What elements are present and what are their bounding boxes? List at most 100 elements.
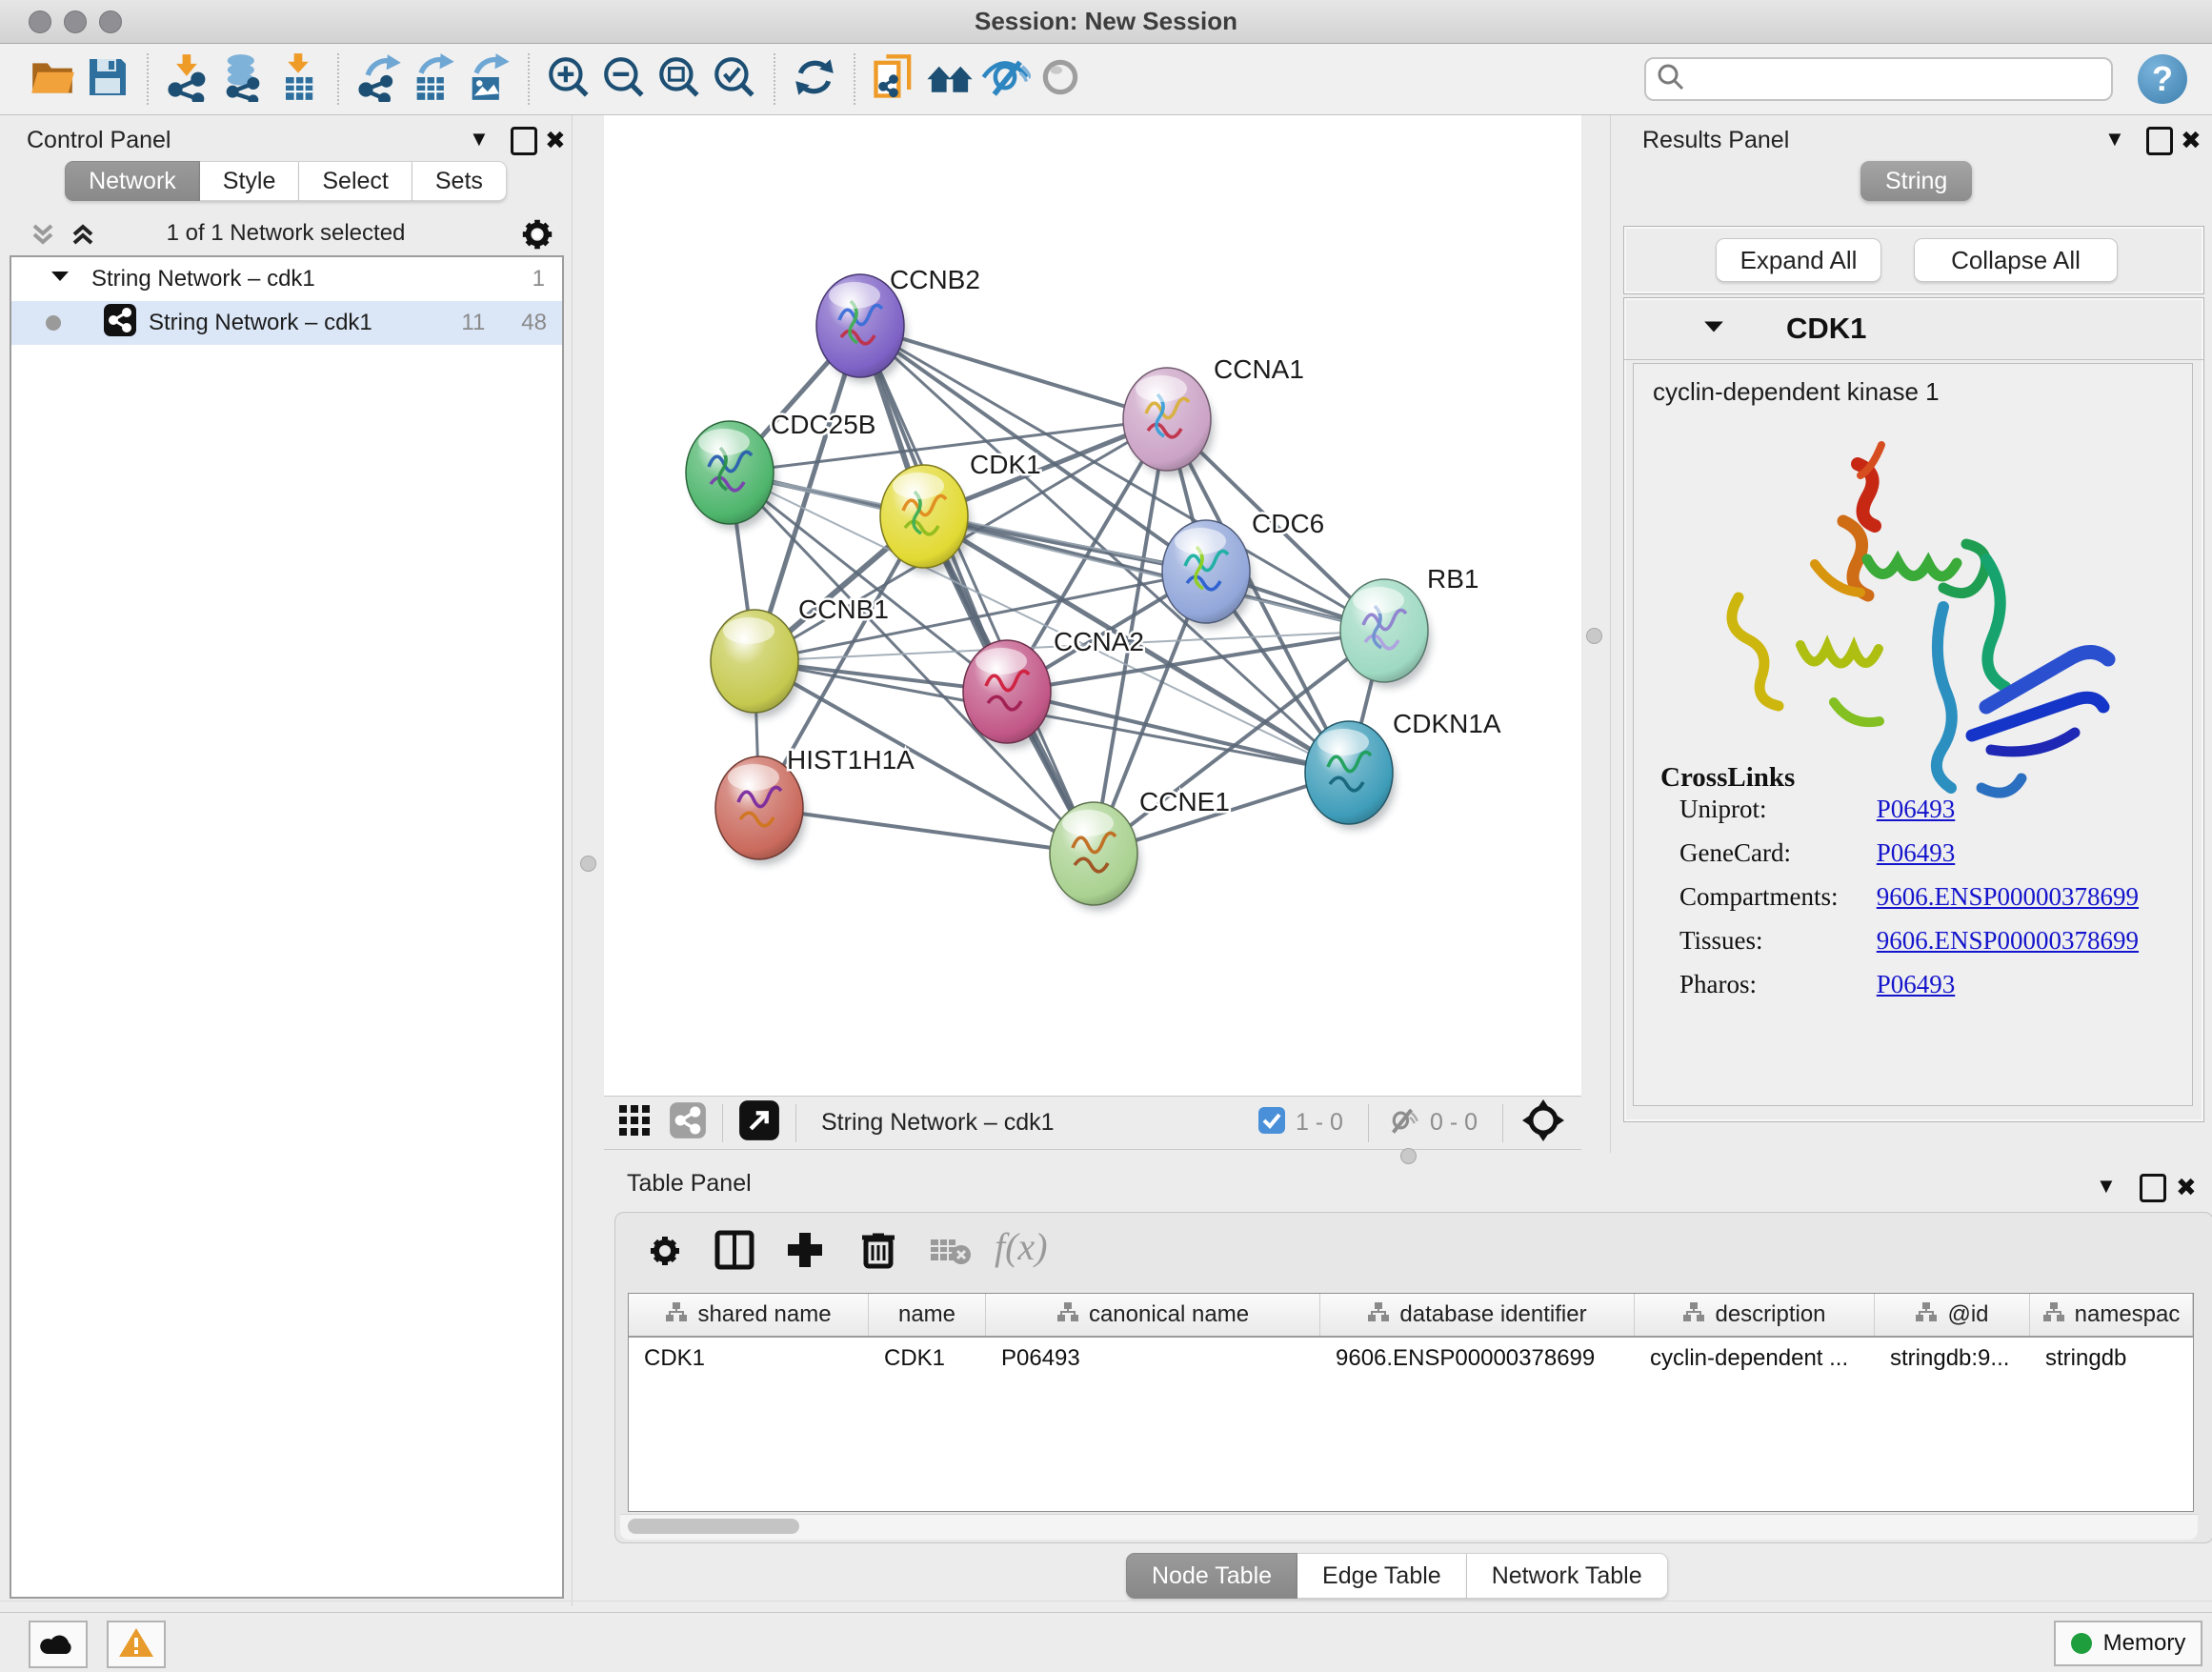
collapse-all-button[interactable]: Collapse All (1914, 238, 2118, 282)
tab-network-table[interactable]: Network Table (1467, 1553, 1668, 1599)
network-node-CCNA1[interactable]: CCNA1 (1123, 354, 1304, 476)
hidden-eye-slash-icon[interactable] (1384, 1102, 1420, 1143)
share-view-icon[interactable] (669, 1101, 707, 1144)
cloud-status-button[interactable] (29, 1621, 88, 1668)
table-panel-close-icon[interactable]: ✖ (2176, 1173, 2197, 1202)
table-settings-gear-icon[interactable] (646, 1232, 684, 1275)
tab-style[interactable]: Style (200, 161, 300, 201)
results-panel-maximize-icon[interactable] (2146, 127, 2173, 155)
control-panel-float-icon[interactable]: ▼ (469, 127, 490, 151)
control-panel-maximize-icon[interactable] (511, 127, 537, 155)
table-panel-maximize-icon[interactable] (2140, 1174, 2166, 1202)
vertical-splitter-grip[interactable] (580, 856, 596, 872)
gene-expander-icon[interactable] (1702, 315, 1725, 343)
crosslink-link[interactable]: P06493 (1877, 838, 1956, 867)
crosslink-label: Uniprot: (1679, 795, 1870, 824)
tab-edge-table[interactable]: Edge Table (1297, 1553, 1467, 1599)
column-header-description[interactable]: description (1635, 1294, 1875, 1336)
table-cell: stringdb:9... (1875, 1338, 2030, 1380)
zoom-selected-button[interactable] (707, 51, 762, 107)
crosslink-link[interactable]: P06493 (1877, 970, 1956, 998)
table-horizontal-scrollbar[interactable] (620, 1514, 2198, 1540)
network-canvas[interactable]: CCNB2 CCNA1 CDC25B CDK1 CDC6 (604, 115, 1581, 1096)
column-header-shared-name[interactable]: shared name (629, 1294, 869, 1336)
zoom-selected-icon (711, 53, 758, 106)
open-session-button[interactable] (25, 51, 80, 107)
import-table-button[interactable] (271, 51, 326, 107)
eye-slash-icon (979, 51, 1031, 108)
collection-expander-icon[interactable] (50, 266, 70, 293)
expand-all-button[interactable]: Expand All (1716, 238, 1881, 282)
detach-view-icon[interactable] (738, 1099, 780, 1146)
column-header-database-identifier[interactable]: database identifier (1320, 1294, 1635, 1336)
split-table-icon[interactable] (714, 1230, 754, 1275)
birdseye-crosshair-icon[interactable] (1518, 1096, 1568, 1150)
table-panel-float-icon[interactable]: ▼ (2096, 1174, 2117, 1199)
results-panel-float-icon[interactable]: ▼ (2104, 127, 2125, 151)
network-node-CDK1[interactable]: CDK1 (880, 450, 1041, 574)
add-column-icon[interactable] (785, 1230, 825, 1275)
search-input[interactable] (1686, 65, 2090, 93)
column-header-@id[interactable]: @id (1875, 1294, 2030, 1336)
network-node-CDKN1A[interactable]: CDKN1A (1305, 709, 1501, 830)
delete-table-icon[interactable] (930, 1236, 972, 1271)
search-box[interactable] (1644, 57, 2113, 101)
memory-button[interactable]: Memory (2054, 1621, 2202, 1666)
network-node-RB1[interactable]: RB1 (1340, 564, 1478, 688)
show-all-button[interactable] (1033, 51, 1088, 107)
new-network-from-selection-button[interactable] (867, 51, 922, 107)
network-node-label: CDK1 (970, 450, 1041, 479)
network-row[interactable]: String Network – cdk1 11 48 (11, 301, 562, 345)
column-type-icon (1915, 1300, 1938, 1330)
network-options-gear-icon[interactable] (519, 216, 555, 257)
refresh-view-button[interactable] (787, 51, 842, 107)
save-session-button[interactable] (80, 51, 135, 107)
zoom-in-button[interactable] (541, 51, 596, 107)
tab-network[interactable]: Network (65, 161, 200, 201)
zoom-out-button[interactable] (596, 51, 652, 107)
tab-select[interactable]: Select (299, 161, 412, 201)
export-network-button[interactable] (351, 51, 406, 107)
export-network-icon (353, 52, 403, 107)
zoom-fit-button[interactable] (652, 51, 707, 107)
gene-section-header[interactable]: CDK1 (1624, 298, 2203, 360)
help-button[interactable]: ? (2138, 54, 2187, 104)
warnings-button[interactable] (107, 1621, 166, 1668)
window-zoom-button[interactable] (99, 10, 122, 33)
column-header-canonical-name[interactable]: canonical name (986, 1294, 1320, 1336)
window-close-button[interactable] (29, 10, 51, 33)
vertical-splitter-grip[interactable] (1586, 628, 1602, 644)
network-edge-HIST1H1A-CCNE1[interactable] (759, 808, 1094, 854)
column-header-namespac[interactable]: namespac (2030, 1294, 2193, 1336)
tab-sets[interactable]: Sets (412, 161, 507, 201)
network-node-CCNB2[interactable]: CCNB2 (816, 265, 980, 383)
selected-checkbox-icon[interactable] (1257, 1106, 1286, 1139)
delete-column-trash-icon[interactable] (857, 1228, 899, 1275)
network-node-CCNE1[interactable]: CCNE1 (1050, 787, 1230, 911)
crosslink-link[interactable]: 9606.ENSP00000378699 (1877, 882, 2139, 911)
control-panel-close-icon[interactable]: ✖ (545, 126, 566, 155)
first-neighbors-button[interactable] (922, 51, 977, 107)
network-node-HIST1H1A[interactable]: HIST1H1A (715, 745, 915, 865)
window-minimize-button[interactable] (64, 10, 87, 33)
tab-node-table[interactable]: Node Table (1126, 1553, 1297, 1599)
import-network-from-database-button[interactable] (215, 51, 271, 107)
crosslink-label: Pharos: (1679, 970, 1870, 999)
node-table[interactable]: shared namenamecanonical namedatabase id… (628, 1293, 2194, 1512)
grid-view-icon[interactable] (617, 1103, 652, 1142)
export-table-button[interactable] (406, 51, 461, 107)
scrollbar-thumb[interactable] (628, 1519, 799, 1534)
results-panel-close-icon[interactable]: ✖ (2181, 126, 2202, 155)
export-image-button[interactable] (461, 51, 516, 107)
column-header-name[interactable]: name (869, 1294, 986, 1336)
tab-string[interactable]: String (1860, 161, 1972, 201)
crosslink-link[interactable]: P06493 (1877, 795, 1956, 823)
crosslink-link[interactable]: 9606.ENSP00000378699 (1877, 926, 2139, 955)
network-collection-row[interactable]: String Network – cdk1 1 (11, 257, 562, 301)
table-row[interactable]: CDK1CDK1P064939606.ENSP00000378699cyclin… (629, 1338, 2193, 1380)
import-network-button[interactable] (160, 51, 215, 107)
function-builder-icon[interactable]: f(x) (995, 1224, 1048, 1269)
network-edge-CCNA2-CDKN1A[interactable] (1007, 692, 1349, 773)
network-edge-count: 48 (521, 310, 547, 336)
hide-selected-button[interactable] (977, 51, 1033, 107)
